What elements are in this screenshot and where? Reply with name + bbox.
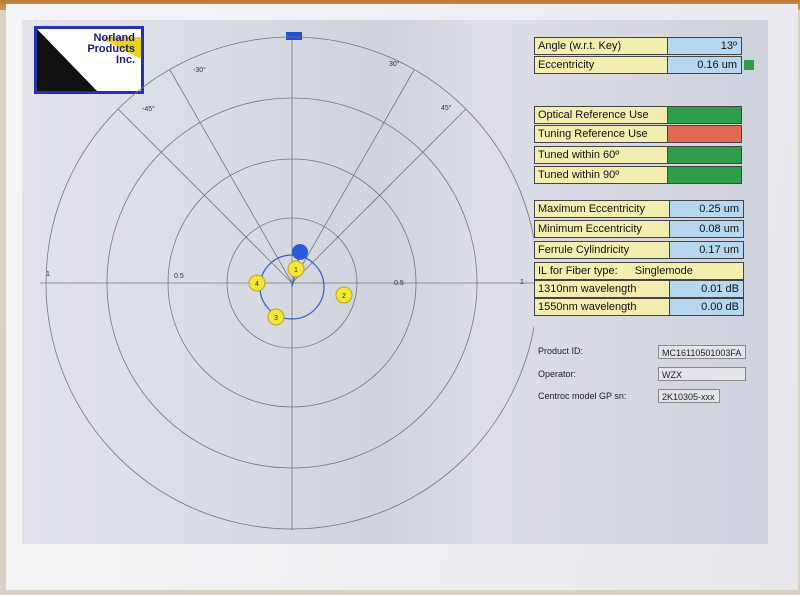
min-ecc-value: 0.08 um [670, 220, 744, 238]
tick-right-outer: 1 [520, 279, 524, 286]
ray-pos45 [291, 108, 467, 284]
sensor-label-2: 2 [342, 293, 346, 300]
product-id-value: MC16110501003FA [658, 345, 746, 359]
tuned-90-row: Tuned within 90º [534, 166, 742, 184]
key-marker [286, 32, 302, 40]
angle-value: 13º [668, 37, 742, 55]
max-ecc-row: Maximum Eccentricity 0.25 um [534, 200, 744, 218]
tick-left-mid: 0.5 [174, 273, 184, 280]
wl1550-row: 1550nm wavelength 0.00 dB [534, 298, 744, 316]
il-fiber-cell: IL for Fiber type: Singlemode [534, 262, 744, 280]
il-fiber-row: IL for Fiber type: Singlemode [534, 262, 744, 280]
polar-plot: 1 0.5 0.5 1 -30° 30° -45° 45° 1 2 3 4 [40, 32, 534, 530]
tick-neg45: -45° [142, 105, 155, 113]
tick-right-mid: 0.5 [394, 280, 404, 287]
tuning-ref-label: Tuning Reference Use [534, 125, 668, 143]
eccentricity-label: Eccentricity [534, 56, 668, 74]
eccentricity-value: 0.16 um [668, 56, 742, 74]
min-ecc-label: Minimum Eccentricity [534, 220, 670, 238]
operator-value: WZX [658, 367, 746, 381]
optical-ref-indicator [668, 106, 742, 124]
ferrule-label: Ferrule Cylindricity [534, 241, 670, 259]
sensor-label-1: 1 [294, 267, 298, 274]
ray-pos30 [291, 69, 415, 284]
tuned-60-indicator [668, 146, 742, 164]
eccentricity-row: Eccentricity 0.16 um [534, 56, 742, 74]
angle-label: Angle (w.r.t. Key) [534, 37, 668, 55]
tuned-90-indicator [668, 166, 742, 184]
tick-pos45: 45° [441, 104, 452, 112]
eccentricity-center-dot [292, 244, 308, 260]
tuned-60-label: Tuned within 60º [534, 146, 668, 164]
ray-neg45 [117, 108, 293, 284]
tuned-90-label: Tuned within 90º [534, 166, 668, 184]
optical-ref-label: Optical Reference Use [534, 106, 668, 124]
il-fiber-label: IL for Fiber type: [538, 265, 618, 277]
tuning-ref-indicator [668, 125, 742, 143]
operator-label: Operator: [538, 369, 577, 379]
angle-row: Angle (w.r.t. Key) 13º [534, 37, 742, 55]
wl1310-row: 1310nm wavelength 0.01 dB [534, 280, 744, 298]
wl1550-label: 1550nm wavelength [534, 298, 670, 316]
sensor-label-3: 3 [274, 315, 278, 322]
sensor-label-4: 4 [255, 281, 259, 288]
max-ecc-value: 0.25 um [670, 200, 744, 218]
tuned-60-row: Tuned within 60º [534, 146, 742, 164]
ferrule-row: Ferrule Cylindricity 0.17 um [534, 241, 744, 259]
product-id-label: Product ID: [538, 346, 584, 356]
model-sn-value: 2K10305-xxx [658, 389, 720, 403]
ferrule-value: 0.17 um [670, 241, 744, 259]
max-ecc-label: Maximum Eccentricity [534, 200, 670, 218]
wl1310-value: 0.01 dB [670, 280, 744, 298]
tick-pos30: 30° [389, 60, 400, 68]
min-ecc-row: Minimum Eccentricity 0.08 um [534, 220, 744, 238]
model-sn-label: Centroc model GP sn: [538, 391, 627, 401]
tick-left-outer: 1 [46, 271, 50, 278]
tuning-ref-row: Tuning Reference Use [534, 125, 742, 143]
optical-ref-row: Optical Reference Use [534, 106, 742, 124]
wl1550-value: 0.00 dB [670, 298, 744, 316]
tick-neg30: -30° [193, 66, 206, 74]
ray-neg30 [169, 69, 293, 284]
wl1310-label: 1310nm wavelength [534, 280, 670, 298]
il-fiber-type: Singlemode [634, 265, 693, 277]
eccentricity-indicator [744, 60, 754, 70]
